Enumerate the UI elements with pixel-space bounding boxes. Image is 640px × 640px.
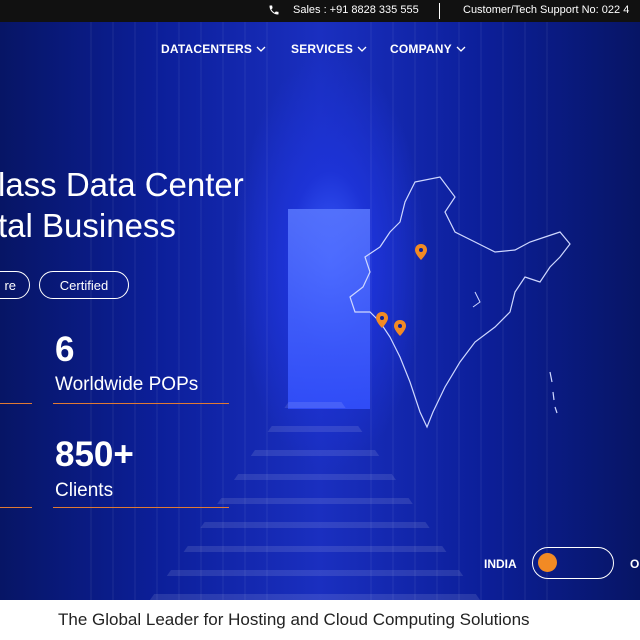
stat-label-pops: Worldwide POPs — [55, 374, 199, 395]
badge-pill-certified: Certified — [39, 271, 129, 299]
map-pin-icon[interactable] — [376, 312, 388, 328]
map-pin-icon[interactable] — [394, 320, 406, 336]
nav-services-label: SERVICES — [291, 42, 354, 56]
india-map — [349, 176, 571, 429]
hero-section: DATACENTERS SERVICES COMPANY lass Data C… — [0, 22, 640, 600]
divider-line — [53, 403, 229, 404]
divider-line — [0, 507, 32, 508]
tagline-bar: The Global Leader for Hosting and Cloud … — [0, 600, 640, 640]
divider-line — [53, 507, 229, 508]
top-bar: Sales : +91 8828 335 555 Customer/Tech S… — [0, 0, 640, 22]
chevron-down-icon — [357, 46, 367, 52]
nav-services[interactable]: SERVICES — [291, 41, 367, 57]
stat-label-clients: Clients — [55, 480, 114, 501]
stat-value-clients: 850+ — [55, 435, 134, 474]
map-pin-icon[interactable] — [415, 244, 427, 260]
tagline-text: The Global Leader for Hosting and Cloud … — [58, 610, 530, 629]
stat-value-pops: 6 — [55, 330, 75, 369]
hero-headline-line2: tal Business — [0, 207, 176, 244]
toggle-label-india[interactable]: INDIA — [484, 557, 517, 571]
toggle-knob[interactable] — [538, 553, 557, 572]
nav-company-label: COMPANY — [390, 42, 452, 56]
divider — [439, 3, 440, 19]
hero-headline-line1: lass Data Center — [0, 166, 244, 203]
badge-pill-1: re — [0, 271, 30, 299]
chevron-down-icon — [256, 46, 266, 52]
phone-icon — [269, 5, 279, 15]
nav-datacenters-label: DATACENTERS — [161, 42, 253, 56]
region-toggle[interactable] — [532, 547, 614, 579]
nav-company[interactable]: COMPANY — [390, 41, 466, 57]
sales-phone-link[interactable]: Sales : +91 8828 335 555 — [293, 4, 419, 16]
toggle-label-other[interactable]: O — [630, 557, 639, 571]
support-phone-link[interactable]: Customer/Tech Support No: 022 4 — [463, 4, 629, 16]
divider-line — [0, 403, 32, 404]
nav-datacenters[interactable]: DATACENTERS — [161, 41, 266, 57]
chevron-down-icon — [456, 46, 466, 52]
